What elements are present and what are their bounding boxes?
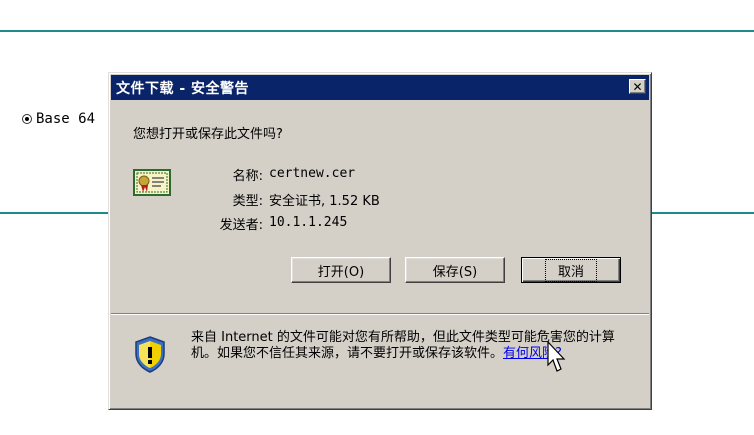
- close-button[interactable]: ✕: [629, 79, 646, 94]
- encoding-option[interactable]: Base 64: [22, 111, 95, 127]
- type-value: 安全证书, 1.52 KB: [269, 194, 380, 209]
- security-warning-text: 来自 Internet 的文件可能对您有所帮助，但此文件类型可能危害您的计算机。…: [191, 330, 639, 362]
- horizontal-rule-top: [0, 30, 754, 32]
- certificate-icon: [133, 169, 171, 196]
- sender-label: 发送者:: [219, 218, 263, 233]
- mouse-cursor-icon: [547, 341, 566, 372]
- open-button[interactable]: 打开(O): [291, 257, 391, 283]
- name-label: 名称:: [232, 169, 263, 184]
- radio-label: Base 64: [36, 111, 96, 127]
- sender-value: 10.1.1.245: [269, 215, 348, 230]
- shield-warning-icon: [135, 336, 165, 373]
- type-label: 类型:: [232, 194, 263, 209]
- dialog-separator: [111, 313, 649, 315]
- close-icon: ✕: [632, 79, 643, 94]
- dialog-question: 您想打开或保存此文件吗?: [133, 127, 283, 142]
- dialog-title: 文件下载 - 安全警告: [116, 80, 250, 97]
- file-download-dialog: 文件下载 - 安全警告 ✕ 您想打开或保存此文件吗? 名称: certnew.c…: [108, 72, 652, 410]
- cancel-button[interactable]: 取消: [521, 257, 621, 283]
- name-value: certnew.cer: [269, 166, 356, 181]
- dialog-titlebar[interactable]: 文件下载 - 安全警告 ✕: [111, 75, 649, 100]
- radio-button-selected[interactable]: [22, 114, 32, 124]
- save-button[interactable]: 保存(S): [405, 257, 505, 283]
- cancel-label: 取消: [544, 258, 597, 282]
